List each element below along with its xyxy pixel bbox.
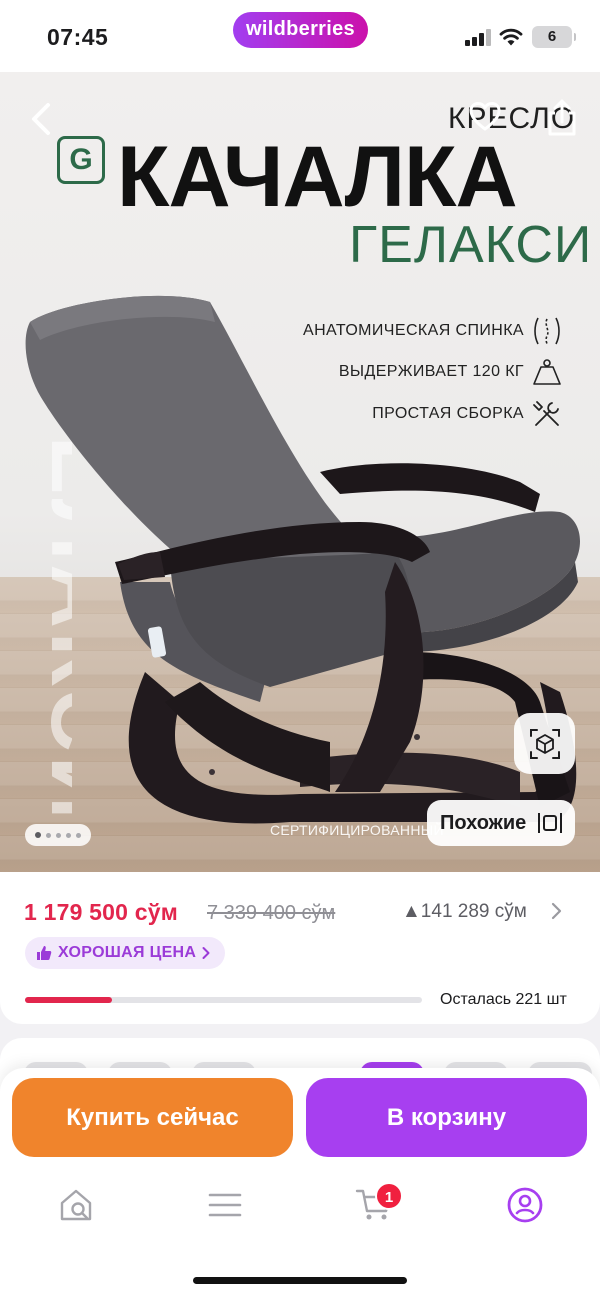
status-time: 07:45 <box>47 24 109 50</box>
feature-weight-capacity: ВЫДЕРЖИВАЕТ 120 КГ <box>339 357 562 387</box>
hero-title-sub: ГЕЛАКСИ <box>349 216 593 274</box>
feature-easy-assembly: ПРОСТАЯ СБОРКА <box>372 399 562 429</box>
feature-label: ВЫДЕРЖИВАЕТ 120 КГ <box>338 363 524 380</box>
status-bar: 07:45 wildberries 6 <box>0 0 600 72</box>
similar-products-button[interactable]: Похожие <box>427 800 575 846</box>
share-icon[interactable] <box>544 98 580 138</box>
gallery-dot <box>56 832 61 838</box>
current-price: 1 179 500 сўм <box>24 899 178 925</box>
bottom-action-bar: Купить сейчас В корзину <box>0 1068 600 1297</box>
feature-label: АНАТОМИЧЕСКАЯ СПИНКА <box>303 322 524 339</box>
add-to-cart-button[interactable]: В корзину <box>306 1078 587 1157</box>
tools-icon <box>533 401 559 426</box>
good-price-badge[interactable]: ХОРОШАЯ ЦЕНА <box>25 937 226 969</box>
cellular-signal-icon <box>465 29 491 46</box>
weight-icon <box>533 359 561 385</box>
gallery-pagination-dots[interactable] <box>25 824 91 846</box>
price-card: 1 179 500 сўм 7 339 400 сўм ▲141 289 сўм… <box>0 872 600 1024</box>
certified-label: СЕРТИФИЦИРОВАННЫЙ <box>270 822 444 838</box>
wifi-icon <box>499 28 523 46</box>
gallery-dot-active <box>35 832 41 838</box>
price-difference[interactable]: ▲141 289 сўм <box>402 901 527 923</box>
gallery-dot <box>76 832 81 838</box>
wildberries-badge[interactable]: wildberries <box>233 12 368 48</box>
hero-title-main: КАЧАЛКА <box>117 129 518 225</box>
chevron-right-icon <box>202 947 210 959</box>
old-price: 7 339 400 сўм <box>207 902 336 924</box>
brand-logo: G <box>57 136 105 184</box>
battery-indicator: 6 <box>532 26 576 48</box>
view-3d-button[interactable] <box>514 713 575 774</box>
catalog-menu-icon[interactable] <box>205 1185 245 1225</box>
similar-search-icon <box>538 813 562 833</box>
stock-remaining: Осталась 221 шт <box>440 991 567 1008</box>
back-button[interactable] <box>22 97 62 141</box>
home-indicator[interactable] <box>193 1277 407 1284</box>
3d-box-icon <box>529 728 560 759</box>
gallery-dot <box>46 832 51 838</box>
chevron-right-icon[interactable] <box>550 900 564 922</box>
home-search-icon[interactable] <box>56 1185 96 1225</box>
feature-anatomic-back: АНАТОМИЧЕСКАЯ СПИНКА <box>303 316 562 346</box>
spine-icon <box>534 317 560 345</box>
profile-icon[interactable] <box>505 1185 545 1225</box>
gallery-dot <box>66 832 71 838</box>
cart-count-badge: 1 <box>375 1182 403 1210</box>
product-screen: 07:45 wildberries 6 ГЕЛАКСИ КРЕСЛО G КАЧ… <box>0 0 600 1297</box>
stock-progress-bar <box>25 997 422 1003</box>
stock-progress-fill <box>25 997 113 1003</box>
thumbs-up-icon <box>37 946 52 960</box>
buy-now-button[interactable]: Купить сейчас <box>12 1078 293 1157</box>
similar-label: Похожие <box>440 812 527 834</box>
product-image-gallery[interactable]: ГЕЛАКСИ КРЕСЛО G КАЧАЛКА ГЕЛАКСИ АНАТОМИ… <box>0 72 600 872</box>
good-price-label: ХОРОШАЯ ЦЕНА <box>58 944 197 961</box>
feature-label: ПРОСТАЯ СБОРКА <box>372 405 524 422</box>
